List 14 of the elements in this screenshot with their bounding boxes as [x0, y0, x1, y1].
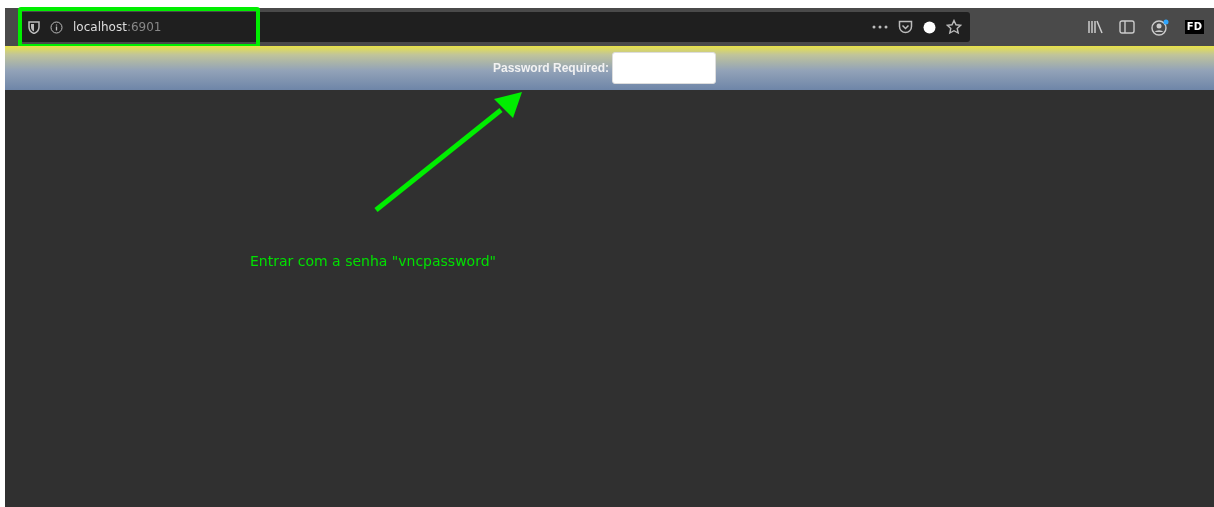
- url-text[interactable]: localhost:6901: [73, 20, 162, 34]
- info-icon[interactable]: [50, 20, 63, 34]
- password-field[interactable]: [612, 52, 716, 84]
- star-icon[interactable]: [946, 19, 962, 35]
- more-icon[interactable]: [872, 25, 888, 29]
- profile-badge[interactable]: FD: [1184, 20, 1204, 34]
- pocket-icon[interactable]: [898, 20, 913, 34]
- shield-icon[interactable]: [28, 20, 40, 34]
- password-label: Password Required:: [493, 61, 609, 75]
- circle-icon[interactable]: [923, 20, 936, 34]
- sidebar-icon[interactable]: [1118, 20, 1135, 34]
- annotation-text: Entrar com a senha "vncpassword": [250, 253, 496, 269]
- library-icon[interactable]: [1086, 20, 1103, 34]
- account-icon[interactable]: [1150, 18, 1169, 36]
